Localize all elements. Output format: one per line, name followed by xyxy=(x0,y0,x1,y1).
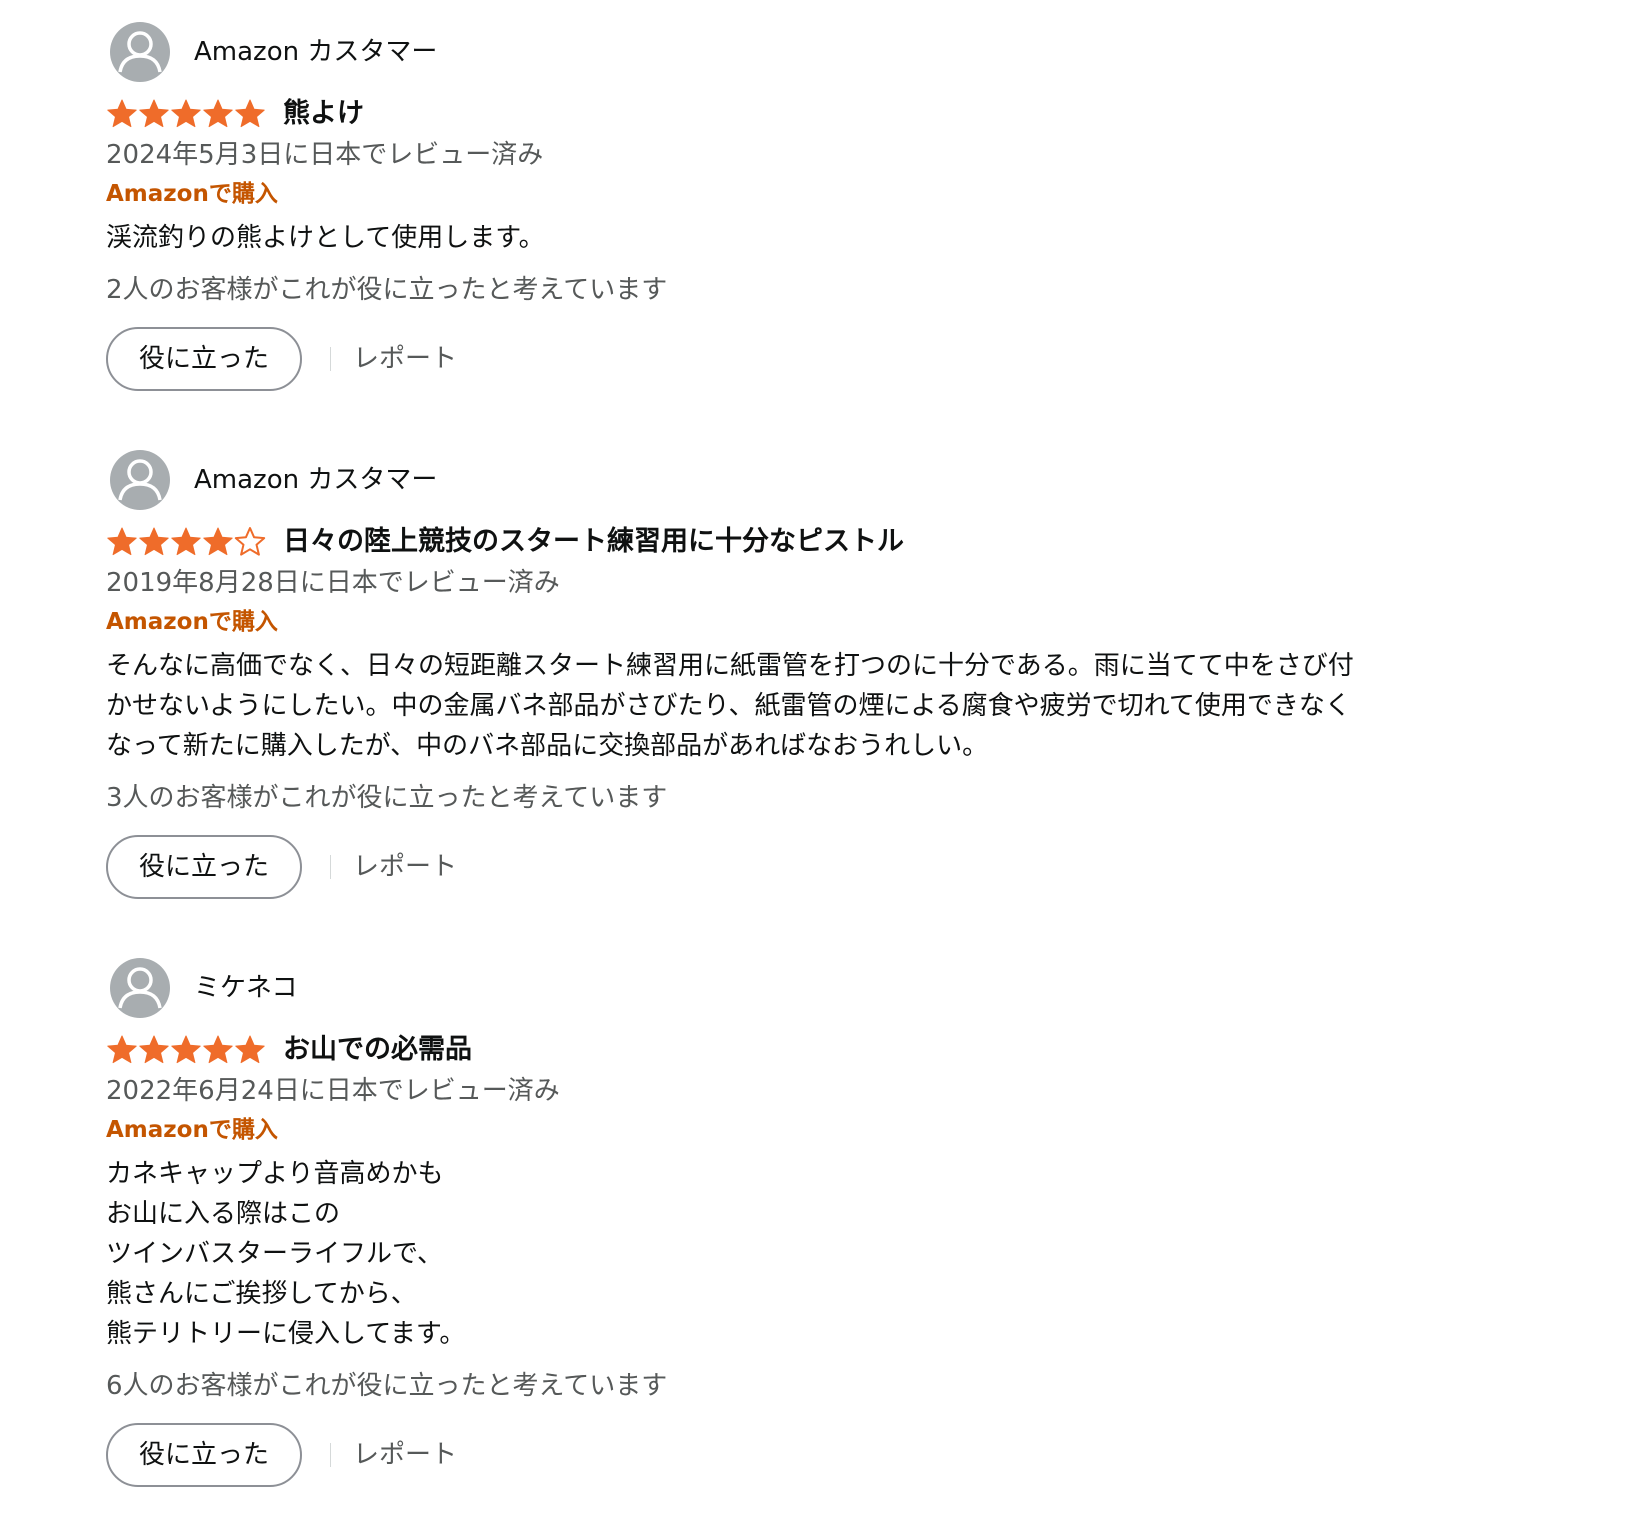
review-body-line: そんなに高価でなく、日々の短距離スタート練習用に紙雷管を打つのに十分である。雨に… xyxy=(106,651,1354,681)
star-filled-icon xyxy=(235,1035,265,1064)
avatar-icon xyxy=(110,450,170,510)
review-item: Amazon カスタマー 日々の陸上競技のスタート練習用に十分なピストル 201… xyxy=(106,450,1486,899)
review-item: Amazon カスタマー 熊よけ 2024年5月3日に日本でレビュー済み Ama… xyxy=(106,22,1486,391)
review-body-line: 渓流釣りの熊よけとして使用します。 xyxy=(106,223,545,253)
review-body-line: ツインバスターライフルで、 xyxy=(106,1239,443,1269)
review-body-line: 熊テリトリーに侵入してます。 xyxy=(106,1319,466,1349)
star-filled-icon xyxy=(139,99,169,128)
star-empty-icon xyxy=(234,527,266,556)
avatar-icon xyxy=(110,22,170,82)
star-filled-icon xyxy=(139,527,169,556)
star-filled-icon xyxy=(203,527,233,556)
helpful-count: 6人のお客様がこれが役に立ったと考えています xyxy=(106,1371,668,1401)
star-filled-icon xyxy=(139,1035,169,1064)
avatar-icon xyxy=(110,958,170,1018)
star-filled-icon xyxy=(107,99,137,128)
review-body-line: お山に入る際はこの xyxy=(106,1199,341,1229)
review-list: Amazon カスタマー 熊よけ 2024年5月3日に日本でレビュー済み Ama… xyxy=(0,0,1644,1516)
action-divider xyxy=(330,347,331,371)
review-date: 2022年6月24日に日本でレビュー済み xyxy=(106,1076,560,1106)
star-rating[interactable] xyxy=(106,526,266,558)
review-title[interactable]: 日々の陸上競技のスタート練習用に十分なピストル xyxy=(283,522,904,562)
review-title[interactable]: お山での必需品 xyxy=(283,1030,472,1070)
star-filled-icon xyxy=(203,1035,233,1064)
review-body-line: 熊さんにご挨拶してから、 xyxy=(106,1279,417,1309)
helpful-count: 2人のお客様がこれが役に立ったと考えています xyxy=(106,275,668,305)
reviewer-profile[interactable]: Amazon カスタマー xyxy=(110,450,1486,510)
helpful-button[interactable]: 役に立った xyxy=(106,835,302,899)
star-filled-icon xyxy=(235,99,265,128)
review-body: 渓流釣りの熊よけとして使用します。 xyxy=(106,218,1426,258)
action-divider xyxy=(330,1443,331,1467)
review-body: カネキャップより音高めかも お山に入る際はこの ツインバスターライフルで、 熊さ… xyxy=(106,1154,1426,1354)
verified-purchase-badge: Amazonで購入 xyxy=(106,181,278,207)
verified-purchase-badge: Amazonで購入 xyxy=(106,1117,278,1143)
review-item: ミケネコ お山での必需品 2022年6月24日に日本でレビュー済み Amazon… xyxy=(106,958,1486,1487)
review-body-line: かせないようにしたい。中の金属バネ部品がさびたり、紙雷管の煙による腐食や疲労で切… xyxy=(106,691,1351,721)
report-link[interactable]: レポート xyxy=(353,1436,457,1474)
star-filled-icon xyxy=(107,527,137,556)
review-date: 2024年5月3日に日本でレビュー済み xyxy=(106,140,544,170)
reviewer-name[interactable]: Amazon カスタマー xyxy=(194,465,437,495)
verified-purchase-badge: Amazonで購入 xyxy=(106,609,278,635)
review-title[interactable]: 熊よけ xyxy=(283,94,364,134)
reviewer-name[interactable]: Amazon カスタマー xyxy=(194,37,437,67)
star-filled-icon xyxy=(171,527,201,556)
reviewer-name[interactable]: ミケネコ xyxy=(194,973,297,1003)
review-body-line: カネキャップより音高めかも xyxy=(106,1159,444,1189)
reviewer-profile[interactable]: Amazon カスタマー xyxy=(110,22,1486,82)
review-body: そんなに高価でなく、日々の短距離スタート練習用に紙雷管を打つのに十分である。雨に… xyxy=(106,646,1426,766)
action-divider xyxy=(330,855,331,879)
review-body-line: なって新たに購入したが、中のバネ部品に交換部品があればなおうれしい。 xyxy=(106,731,989,761)
star-filled-icon xyxy=(171,1035,201,1064)
report-link[interactable]: レポート xyxy=(353,848,457,886)
reviewer-profile[interactable]: ミケネコ xyxy=(110,958,1486,1018)
star-filled-icon xyxy=(203,99,233,128)
helpful-button[interactable]: 役に立った xyxy=(106,327,302,391)
helpful-count: 3人のお客様がこれが役に立ったと考えています xyxy=(106,783,668,813)
star-filled-icon xyxy=(171,99,201,128)
helpful-button[interactable]: 役に立った xyxy=(106,1423,302,1487)
star-filled-icon xyxy=(107,1035,137,1064)
review-date: 2019年8月28日に日本でレビュー済み xyxy=(106,568,560,598)
star-rating[interactable] xyxy=(106,98,266,130)
star-rating[interactable] xyxy=(106,1034,266,1066)
report-link[interactable]: レポート xyxy=(353,340,457,378)
